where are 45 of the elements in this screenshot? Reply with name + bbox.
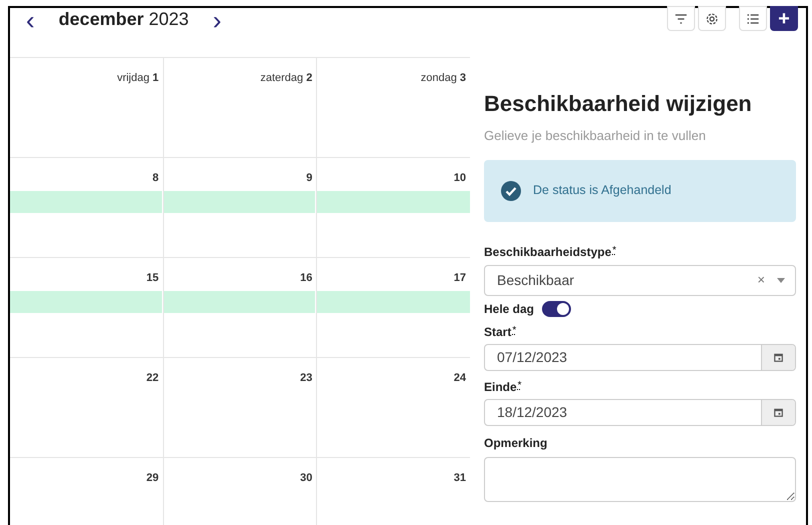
panel-title: Beschikbaarheid wijzigen bbox=[484, 90, 753, 118]
day-number: 29 bbox=[146, 471, 160, 486]
toggle-switch[interactable] bbox=[542, 300, 572, 316]
panel-subtitle: Gelieve je beschikbaarheid in te vullen bbox=[484, 127, 707, 145]
calendar-icon bbox=[774, 352, 783, 362]
field-label: Start bbox=[484, 324, 512, 340]
check-circle-icon bbox=[501, 180, 521, 200]
day-number: 9 bbox=[306, 171, 314, 186]
select-value: Beschikbaar bbox=[497, 270, 574, 290]
field-label: Einde bbox=[484, 378, 517, 396]
day-number: 10 bbox=[454, 171, 468, 186]
dropdown-caret-icon bbox=[777, 278, 785, 282]
required-mark: * bbox=[612, 244, 616, 258]
date-field[interactable]: 07/12/2023 bbox=[484, 344, 796, 370]
add-button[interactable]: + bbox=[770, 6, 798, 31]
day-number: 8 bbox=[152, 171, 160, 186]
day-number: 15 bbox=[146, 271, 160, 286]
day-number: vrijdag 1 bbox=[117, 71, 160, 86]
day-number: 16 bbox=[300, 271, 314, 286]
remark-field[interactable] bbox=[484, 456, 796, 502]
day-number: 23 bbox=[300, 371, 314, 386]
list-button[interactable] bbox=[739, 6, 767, 31]
field-label: Opmerking bbox=[484, 434, 548, 452]
next-button[interactable]: › bbox=[208, 6, 226, 32]
clear-button[interactable]: × bbox=[757, 270, 765, 290]
required-mark: * bbox=[512, 324, 516, 338]
calendar-icon bbox=[774, 408, 783, 416]
settings-icon bbox=[704, 10, 720, 26]
month-title: december 2023 bbox=[58, 8, 189, 31]
type-select[interactable]: Beschikbaar × bbox=[484, 264, 796, 296]
day-number: 17 bbox=[454, 271, 468, 286]
day-number: zondag 3 bbox=[420, 71, 468, 86]
settings-button[interactable] bbox=[698, 6, 726, 31]
required-mark: * bbox=[518, 378, 522, 392]
day-number: 31 bbox=[454, 471, 468, 486]
day-number: 30 bbox=[300, 471, 314, 486]
field-label: Beschikbaarheidstype bbox=[484, 244, 612, 260]
filter-button[interactable] bbox=[667, 6, 695, 31]
day-number: zaterdag 2 bbox=[260, 71, 314, 86]
day-number: 22 bbox=[146, 371, 160, 386]
day-number: 24 bbox=[454, 371, 468, 386]
alert-text: De status is Afgehandeld bbox=[533, 182, 672, 200]
date-field[interactable]: 18/12/2023 bbox=[484, 398, 796, 426]
field-label: Hele dag bbox=[484, 300, 534, 318]
previous-button[interactable]: ‹ bbox=[22, 6, 39, 32]
